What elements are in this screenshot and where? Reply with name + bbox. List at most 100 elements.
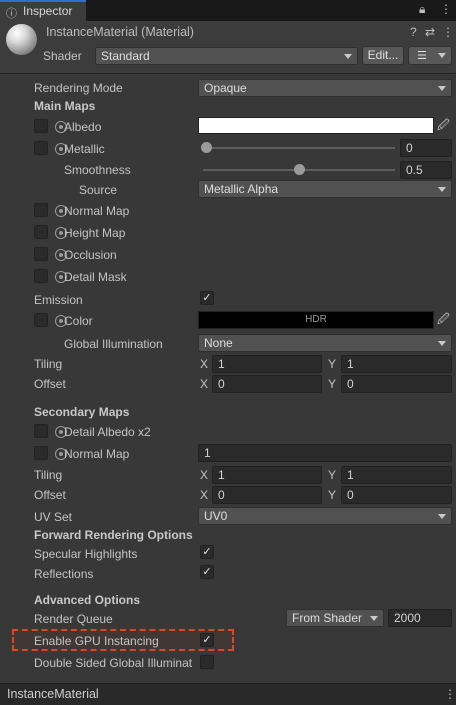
shader-value: Standard: [101, 49, 150, 63]
secondary-tiling-y-axis-label: Y: [328, 468, 337, 482]
offset-x-axis-label: X: [200, 377, 209, 391]
source-label: Source: [79, 183, 118, 197]
tiling-y-axis-label: Y: [328, 357, 337, 371]
secondary-offset-x-field[interactable]: 0: [212, 486, 322, 504]
kebab-menu-icon[interactable]: ⋮: [442, 25, 454, 39]
occlusion-label: Occlusion: [64, 248, 117, 262]
secondary-normal-map-label: Normal Map: [64, 447, 130, 461]
height-map-texture-slot[interactable]: [34, 225, 48, 239]
advanced-options-heading: Advanced Options: [34, 593, 141, 607]
global-illumination-value: None: [204, 336, 233, 350]
render-queue-mode-value: From Shader: [292, 611, 363, 625]
enable-gpu-instancing-checkbox[interactable]: ✓: [200, 633, 214, 647]
tiling-x-axis-label: X: [200, 357, 209, 371]
smoothness-slider-knob[interactable]: [293, 164, 305, 175]
smoothness-value-field[interactable]: 0.5: [400, 161, 452, 179]
chevron-down-icon: [438, 53, 446, 58]
eyedropper-icon[interactable]: 🖉︎: [437, 313, 450, 326]
emission-color-swatch[interactable]: HDR: [198, 311, 434, 329]
albedo-color-swatch[interactable]: [198, 117, 434, 134]
global-illumination-label: Global Illumination: [64, 337, 163, 351]
emission-checkbox[interactable]: ✓: [200, 291, 214, 305]
rendering-mode-label: Rendering Mode: [34, 81, 123, 95]
metallic-label: Metallic: [64, 142, 105, 156]
footer-asset-label: InstanceMaterial: [7, 687, 99, 701]
chevron-down-icon: [344, 54, 352, 59]
rendering-mode-dropdown[interactable]: Opaque: [198, 79, 452, 97]
secondary-tiling-label: Tiling: [34, 468, 63, 482]
albedo-texture-slot[interactable]: [34, 119, 48, 133]
uv-set-value: UV0: [204, 509, 228, 523]
reflections-checkbox[interactable]: ✓: [200, 565, 214, 579]
shader-label: Shader: [43, 49, 82, 63]
color-label: Color: [64, 314, 93, 328]
list-icon: ☰: [417, 50, 427, 62]
material-preview-sphere: [6, 24, 37, 55]
secondary-maps-heading: Secondary Maps: [34, 405, 130, 419]
double-sided-gi-label: Double Sided Global Illuminat: [34, 656, 193, 670]
offset-x-field[interactable]: 0: [212, 375, 322, 393]
secondary-offset-y-field[interactable]: 0: [341, 486, 452, 504]
secondary-tiling-y-field[interactable]: 1: [341, 466, 452, 484]
offset-y-field[interactable]: 0: [341, 375, 452, 393]
tab-inspector[interactable]: ⓘ Inspector: [0, 0, 86, 21]
secondary-offset-x-axis-label: X: [200, 488, 209, 502]
height-map-label: Height Map: [64, 226, 126, 240]
forward-rendering-heading: Forward Rendering Options: [34, 528, 193, 542]
offset-y-axis-label: Y: [328, 377, 337, 391]
specular-highlights-checkbox[interactable]: ✓: [200, 545, 214, 559]
secondary-normal-scale-field[interactable]: 1: [198, 444, 452, 462]
detail-albedo-label: Detail Albedo x2: [64, 425, 151, 439]
info-icon: ⓘ: [6, 8, 17, 20]
normal-map-label: Normal Map: [64, 204, 130, 218]
preset-icon[interactable]: ⇄: [425, 25, 435, 39]
normal-map-texture-slot[interactable]: [34, 203, 48, 217]
metallic-slider-knob[interactable]: [201, 142, 212, 153]
secondary-tiling-x-axis-label: X: [200, 468, 209, 482]
double-sided-gi-checkbox[interactable]: [200, 655, 214, 669]
smoothness-label: Smoothness: [64, 163, 131, 177]
metallic-slider-track[interactable]: [203, 147, 395, 149]
secondary-tiling-x-field[interactable]: 1: [212, 466, 322, 484]
source-dropdown[interactable]: Metallic Alpha: [198, 180, 452, 198]
specular-highlights-label: Specular Highlights: [34, 547, 138, 561]
eyedropper-icon[interactable]: 🖉︎: [437, 119, 450, 132]
edit-shader-button[interactable]: Edit...: [362, 46, 404, 65]
render-queue-mode-dropdown[interactable]: From Shader: [286, 609, 384, 627]
reflections-label: Reflections: [34, 567, 94, 581]
albedo-label: Albedo: [64, 120, 102, 134]
chevron-down-icon: [438, 86, 446, 91]
chevron-down-icon: [370, 616, 378, 621]
render-queue-value-field[interactable]: 2000: [388, 609, 452, 627]
kebab-menu-icon[interactable]: ⋮: [444, 687, 456, 701]
emission-texture-slot[interactable]: [34, 313, 48, 327]
chevron-down-icon: [438, 187, 446, 192]
tiling-x-field[interactable]: 1: [212, 355, 322, 373]
detail-albedo-texture-slot[interactable]: [34, 424, 48, 438]
occlusion-texture-slot[interactable]: [34, 247, 48, 261]
global-illumination-dropdown[interactable]: None: [198, 334, 452, 352]
detail-mask-label: Detail Mask: [64, 270, 127, 284]
help-icon[interactable]: ?: [410, 25, 417, 39]
shader-dropdown[interactable]: Standard: [95, 47, 358, 65]
shader-menu-button[interactable]: ☰: [408, 46, 452, 65]
detail-mask-texture-slot[interactable]: [34, 269, 48, 283]
chevron-down-icon: [438, 341, 446, 346]
chevron-down-icon: [438, 514, 446, 519]
lock-icon[interactable]: 🔒︎: [419, 2, 425, 17]
source-value: Metallic Alpha: [204, 182, 279, 196]
tiling-label: Tiling: [34, 357, 63, 371]
secondary-offset-y-axis-label: Y: [328, 488, 337, 502]
metallic-value-field[interactable]: 0: [400, 139, 452, 157]
kebab-menu-icon[interactable]: ⋮: [440, 2, 452, 16]
tab-label: Inspector: [23, 4, 73, 18]
main-maps-heading: Main Maps: [34, 99, 96, 113]
rendering-mode-value: Opaque: [204, 81, 247, 95]
uv-set-dropdown[interactable]: UV0: [198, 507, 452, 525]
offset-label: Offset: [34, 377, 66, 391]
tiling-y-field[interactable]: 1: [341, 355, 452, 373]
secondary-normal-map-texture-slot[interactable]: [34, 446, 48, 460]
metallic-texture-slot[interactable]: [34, 141, 48, 155]
uv-set-label: UV Set: [34, 510, 73, 524]
enable-gpu-instancing-label: Enable GPU Instancing: [34, 634, 159, 648]
